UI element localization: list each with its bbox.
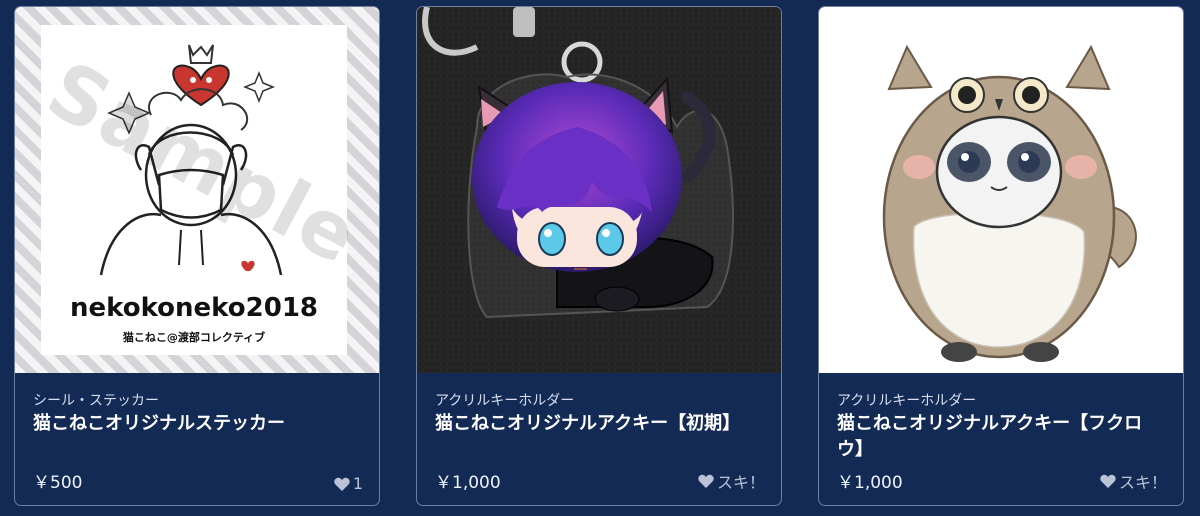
owl-illustration [819, 7, 1183, 373]
product-info: アクリルキーホルダー 猫こねこオリジナルアクキー【フクロウ】 ￥1,000 スキ… [819, 373, 1183, 505]
sticker-artwork: nekokoneko2018 猫こねこ@渡部コレクティブ [41, 25, 347, 355]
product-image-acrylic-initial[interactable] [417, 7, 781, 373]
product-title[interactable]: 猫こねこオリジナルアクキー【初期】 [435, 411, 765, 437]
sticker-sub-text: 猫こねこ@渡部コレクティブ [122, 331, 266, 344]
product-info: アクリルキーホルダー 猫こねこオリジナルアクキー【初期】 ￥1,000 スキ！ [417, 373, 781, 505]
like-label: スキ！ [1118, 473, 1167, 492]
product-title[interactable]: 猫こねこオリジナルアクキー【フクロウ】 [837, 411, 1167, 463]
product-title[interactable]: 猫こねこオリジナルステッカー [33, 411, 363, 437]
acrylic-keychain-photo [417, 7, 781, 373]
heart-icon [698, 474, 714, 488]
product-image-sticker[interactable]: nekokoneko2018 猫こねこ@渡部コレクティブ Sample [15, 7, 379, 373]
heart-icon [334, 477, 350, 491]
product-card-acrylic-owl[interactable]: アクリルキーホルダー 猫こねこオリジナルアクキー【フクロウ】 ￥1,000 スキ… [818, 6, 1184, 506]
sticker-name-text: nekokoneko2018 [69, 293, 318, 323]
like-count: 1 [352, 474, 363, 493]
product-category[interactable]: アクリルキーホルダー [435, 390, 574, 410]
product-info: シール・ステッカー 猫こねこオリジナルステッカー ￥500 1 [15, 373, 379, 505]
product-card-acrylic-initial[interactable]: アクリルキーホルダー 猫こねこオリジナルアクキー【初期】 ￥1,000 スキ！ [416, 6, 782, 506]
like-button[interactable]: 1 [334, 474, 363, 493]
heart-icon [1100, 474, 1116, 488]
product-price: ￥1,000 [837, 473, 903, 493]
product-image-acrylic-owl[interactable] [819, 7, 1183, 373]
product-category[interactable]: シール・ステッカー [33, 390, 159, 410]
like-button[interactable]: スキ！ [698, 469, 765, 493]
product-card-sticker[interactable]: nekokoneko2018 猫こねこ@渡部コレクティブ Sample シール・… [14, 6, 380, 506]
like-label: スキ！ [716, 473, 765, 492]
product-price: ￥500 [33, 473, 83, 493]
like-button[interactable]: スキ！ [1100, 469, 1167, 493]
sticker-illustration [99, 44, 283, 276]
product-price: ￥1,000 [435, 473, 501, 493]
product-category[interactable]: アクリルキーホルダー [837, 390, 976, 410]
